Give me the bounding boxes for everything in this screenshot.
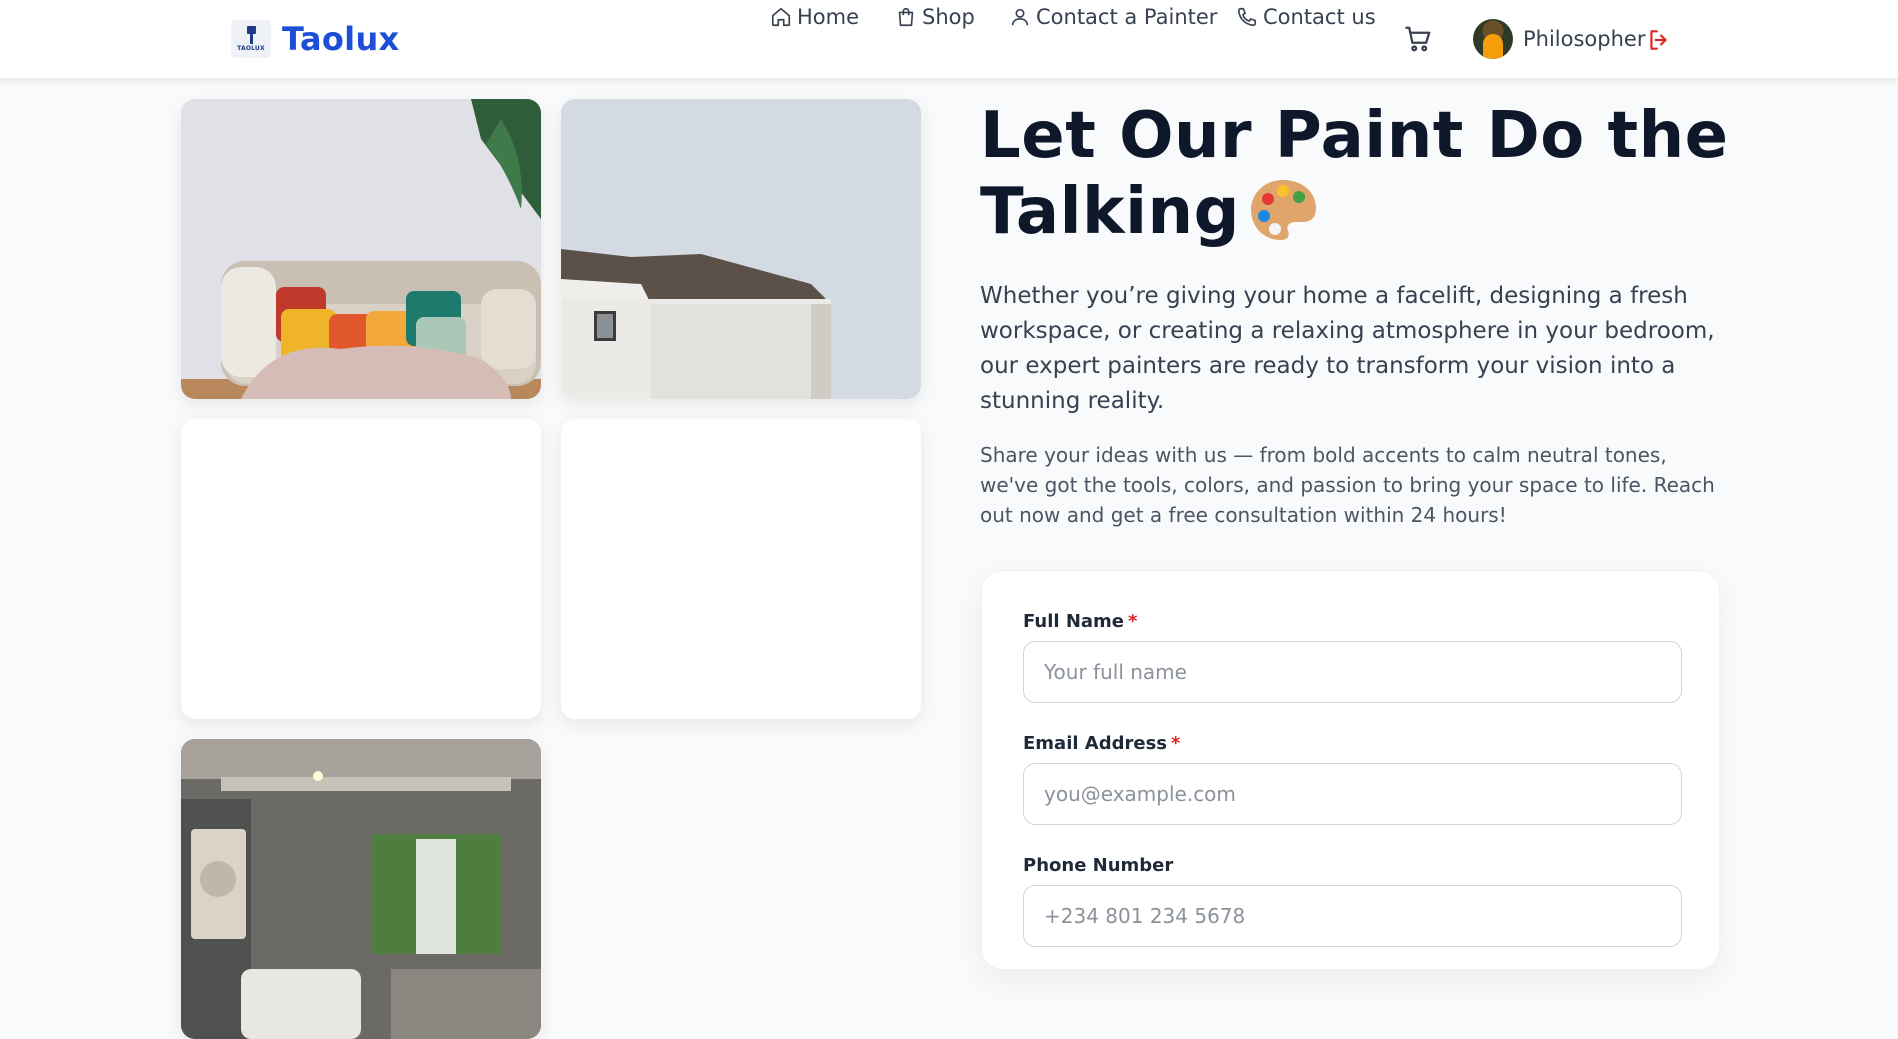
hero-sub-paragraph: Share your ideas with us — from bold acc… — [980, 443, 1715, 527]
required-mark: * — [1128, 611, 1138, 632]
palette-icon — [1250, 180, 1316, 240]
page-title-text: Let Our Paint Do the Talking — [980, 99, 1729, 249]
page-title: Let Our Paint Do the Talking — [980, 98, 1740, 250]
logout-icon[interactable] — [1646, 27, 1672, 53]
email-label-text: Email Address — [1023, 733, 1168, 754]
nav-shop-label: Shop — [922, 5, 975, 29]
gallery-image-living-room[interactable] — [181, 99, 541, 399]
brand-logo: TAOLUX — [231, 20, 271, 58]
brand[interactable]: TAOLUX Taolux — [231, 19, 399, 59]
user-icon — [1011, 8, 1029, 26]
cart-icon[interactable] — [1403, 24, 1433, 54]
phone-icon — [1237, 7, 1257, 27]
nav-home-label: Home — [797, 5, 860, 29]
brand-name[interactable]: Taolux — [282, 20, 399, 58]
full-name-label: Full Name * — [1023, 611, 1137, 632]
phone-input[interactable] — [1023, 885, 1682, 947]
phone-label: Phone Number — [1023, 855, 1173, 876]
nav-contact-painter[interactable]: Contact a Painter — [1009, 0, 1217, 34]
avatar[interactable] — [1473, 19, 1513, 59]
email-label: Email Address * — [1023, 733, 1180, 754]
nav-contact-painter-label: Contact a Painter — [1036, 5, 1218, 29]
phone-label-text: Phone Number — [1023, 855, 1174, 876]
nav-contact-us[interactable]: Contact us — [1236, 0, 1376, 34]
house-image — [561, 99, 921, 399]
paintbrush-icon — [246, 26, 256, 44]
top-navbar: TAOLUX Taolux Home Shop Contact a Painte… — [0, 0, 1898, 79]
gallery-image-bathroom[interactable] — [181, 739, 541, 1039]
nav-shop[interactable]: Shop — [895, 0, 975, 34]
home-icon — [771, 7, 791, 27]
living-room-image — [181, 99, 541, 399]
hero-lead-paragraph: Whether you’re giving your home a faceli… — [980, 283, 1715, 414]
shopping-bag-icon — [898, 7, 914, 27]
bathroom-image — [181, 739, 541, 1039]
email-input[interactable] — [1023, 763, 1682, 825]
gallery-image-house[interactable] — [561, 99, 921, 399]
required-mark: * — [1171, 733, 1181, 754]
user-name[interactable]: Philosopher — [1523, 19, 1645, 59]
gallery-image-placeholder-1[interactable] — [181, 419, 541, 719]
gallery-image-placeholder-2[interactable] — [561, 419, 921, 719]
contact-form: Full Name* Email Address* Phone Number — [981, 570, 1720, 970]
nav-contact-us-label: Contact us — [1263, 5, 1376, 29]
full-name-input[interactable] — [1023, 641, 1682, 703]
brand-logo-text: TAOLUX — [237, 45, 265, 52]
full-name-label-text: Full Name — [1023, 611, 1124, 632]
nav-home[interactable]: Home — [770, 0, 859, 34]
